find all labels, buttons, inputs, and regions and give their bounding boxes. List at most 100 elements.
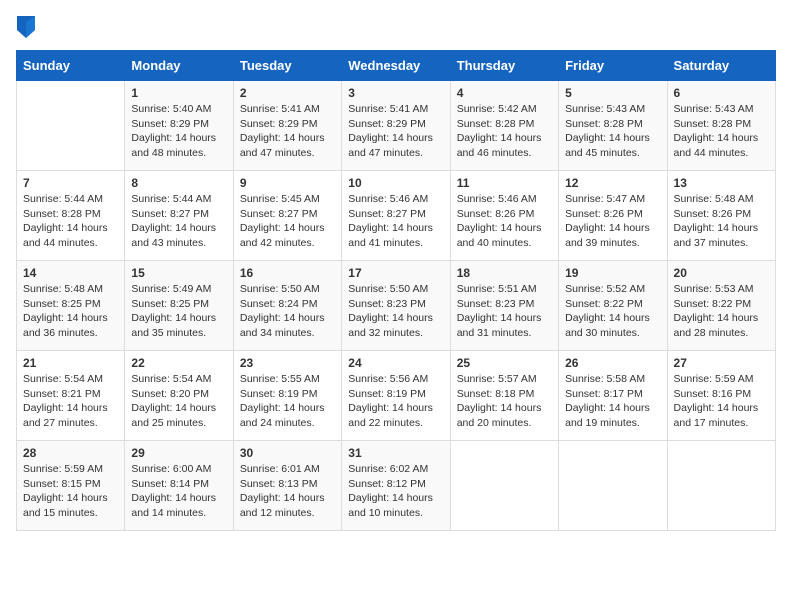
day-number: 22	[131, 356, 226, 370]
calendar-cell: 7 Sunrise: 5:44 AM Sunset: 8:28 PM Daylig…	[17, 171, 125, 261]
week-row-5: 28Sunrise: 5:59 AM Sunset: 8:15 PM Dayli…	[17, 441, 776, 531]
calendar-cell: 8Sunrise: 5:44 AM Sunset: 8:27 PM Daylig…	[125, 171, 233, 261]
calendar-cell: 16 Sunrise: 5:50 AM Sunset: 8:24 PM Dayli…	[233, 261, 341, 351]
calendar-cell: 18 Sunrise: 5:51 AM Sunset: 8:23 PM Dayli…	[450, 261, 558, 351]
day-content: Sunrise: 5:42 AM Sunset: 8:28 PM Dayligh…	[457, 102, 552, 161]
day-content: Sunrise: 5:59 AM Sunset: 8:16 PM Dayligh…	[674, 372, 769, 431]
header-cell-sunday: Sunday	[17, 51, 125, 81]
header-cell-wednesday: Wednesday	[342, 51, 450, 81]
calendar-cell	[667, 441, 775, 531]
day-content: Sunrise: 5:51 AM Sunset: 8:23 PM Dayligh…	[457, 282, 552, 341]
calendar-cell: 19 Sunrise: 5:52 AM Sunset: 8:22 PM Dayli…	[559, 261, 667, 351]
week-row-1: 1Sunrise: 5:40 AM Sunset: 8:29 PM Daylig…	[17, 81, 776, 171]
day-number: 14	[23, 266, 118, 280]
calendar-cell	[559, 441, 667, 531]
calendar-cell: 3Sunrise: 5:41 AM Sunset: 8:29 PM Daylig…	[342, 81, 450, 171]
calendar-cell: 26 Sunrise: 5:58 AM Sunset: 8:17 PM Dayli…	[559, 351, 667, 441]
day-number: 31	[348, 446, 443, 460]
day-content: Sunrise: 5:48 AM Sunset: 8:26 PM Dayligh…	[674, 192, 769, 251]
day-content: Sunrise: 5:43 AM Sunset: 8:28 PM Dayligh…	[565, 102, 660, 161]
day-number: 27	[674, 356, 769, 370]
calendar-header: SundayMondayTuesdayWednesdayThursdayFrid…	[17, 51, 776, 81]
day-content: Sunrise: 5:58 AM Sunset: 8:17 PM Dayligh…	[565, 372, 660, 431]
day-content: Sunrise: 5:46 AM Sunset: 8:27 PM Dayligh…	[348, 192, 443, 251]
day-content: Sunrise: 5:44 AM Sunset: 8:28 PM Dayligh…	[23, 192, 118, 251]
calendar-body: 1Sunrise: 5:40 AM Sunset: 8:29 PM Daylig…	[17, 81, 776, 531]
day-number: 29	[131, 446, 226, 460]
day-number: 19	[565, 266, 660, 280]
day-content: Sunrise: 5:47 AM Sunset: 8:26 PM Dayligh…	[565, 192, 660, 251]
day-content: Sunrise: 5:41 AM Sunset: 8:29 PM Dayligh…	[348, 102, 443, 161]
day-content: Sunrise: 5:52 AM Sunset: 8:22 PM Dayligh…	[565, 282, 660, 341]
week-row-2: 7 Sunrise: 5:44 AM Sunset: 8:28 PM Daylig…	[17, 171, 776, 261]
calendar-cell: 29 Sunrise: 6:00 AM Sunset: 8:14 PM Dayli…	[125, 441, 233, 531]
week-row-3: 14Sunrise: 5:48 AM Sunset: 8:25 PM Dayli…	[17, 261, 776, 351]
calendar-cell: 2 Sunrise: 5:41 AM Sunset: 8:29 PM Daylig…	[233, 81, 341, 171]
day-content: Sunrise: 5:49 AM Sunset: 8:25 PM Dayligh…	[131, 282, 226, 341]
calendar-cell: 22 Sunrise: 5:54 AM Sunset: 8:20 PM Dayli…	[125, 351, 233, 441]
calendar-cell: 1Sunrise: 5:40 AM Sunset: 8:29 PM Daylig…	[125, 81, 233, 171]
calendar-cell: 9 Sunrise: 5:45 AM Sunset: 8:27 PM Daylig…	[233, 171, 341, 261]
calendar-cell: 6 Sunrise: 5:43 AM Sunset: 8:28 PM Daylig…	[667, 81, 775, 171]
header-row: SundayMondayTuesdayWednesdayThursdayFrid…	[17, 51, 776, 81]
calendar-cell: 24 Sunrise: 5:56 AM Sunset: 8:19 PM Dayli…	[342, 351, 450, 441]
calendar-cell: 12 Sunrise: 5:47 AM Sunset: 8:26 PM Dayli…	[559, 171, 667, 261]
day-number: 20	[674, 266, 769, 280]
day-content: Sunrise: 5:54 AM Sunset: 8:20 PM Dayligh…	[131, 372, 226, 431]
page-header	[16, 16, 776, 38]
day-content: Sunrise: 6:01 AM Sunset: 8:13 PM Dayligh…	[240, 462, 335, 521]
calendar-cell: 11 Sunrise: 5:46 AM Sunset: 8:26 PM Dayli…	[450, 171, 558, 261]
day-content: Sunrise: 5:56 AM Sunset: 8:19 PM Dayligh…	[348, 372, 443, 431]
day-content: Sunrise: 6:02 AM Sunset: 8:12 PM Dayligh…	[348, 462, 443, 521]
day-number: 17	[348, 266, 443, 280]
day-number: 21	[23, 356, 118, 370]
day-content: Sunrise: 5:54 AM Sunset: 8:21 PM Dayligh…	[23, 372, 118, 431]
calendar-cell: 17 Sunrise: 5:50 AM Sunset: 8:23 PM Dayli…	[342, 261, 450, 351]
day-number: 24	[348, 356, 443, 370]
header-cell-friday: Friday	[559, 51, 667, 81]
day-number: 11	[457, 176, 552, 190]
calendar-cell	[450, 441, 558, 531]
day-number: 26	[565, 356, 660, 370]
calendar-cell: 4 Sunrise: 5:42 AM Sunset: 8:28 PM Daylig…	[450, 81, 558, 171]
day-number: 23	[240, 356, 335, 370]
calendar-table: SundayMondayTuesdayWednesdayThursdayFrid…	[16, 50, 776, 531]
day-number: 4	[457, 86, 552, 100]
day-number: 15	[131, 266, 226, 280]
day-number: 30	[240, 446, 335, 460]
day-number: 18	[457, 266, 552, 280]
calendar-cell	[17, 81, 125, 171]
day-number: 1	[131, 86, 226, 100]
header-cell-saturday: Saturday	[667, 51, 775, 81]
calendar-cell: 20 Sunrise: 5:53 AM Sunset: 8:22 PM Dayli…	[667, 261, 775, 351]
day-content: Sunrise: 5:53 AM Sunset: 8:22 PM Dayligh…	[674, 282, 769, 341]
day-content: Sunrise: 5:43 AM Sunset: 8:28 PM Dayligh…	[674, 102, 769, 161]
day-content: Sunrise: 5:45 AM Sunset: 8:27 PM Dayligh…	[240, 192, 335, 251]
day-content: Sunrise: 5:44 AM Sunset: 8:27 PM Dayligh…	[131, 192, 226, 251]
calendar-cell: 14Sunrise: 5:48 AM Sunset: 8:25 PM Dayli…	[17, 261, 125, 351]
day-number: 7	[23, 176, 118, 190]
calendar-cell: 27 Sunrise: 5:59 AM Sunset: 8:16 PM Dayli…	[667, 351, 775, 441]
header-cell-monday: Monday	[125, 51, 233, 81]
day-content: Sunrise: 5:50 AM Sunset: 8:23 PM Dayligh…	[348, 282, 443, 341]
calendar-cell: 5Sunrise: 5:43 AM Sunset: 8:28 PM Daylig…	[559, 81, 667, 171]
day-content: Sunrise: 5:46 AM Sunset: 8:26 PM Dayligh…	[457, 192, 552, 251]
day-number: 9	[240, 176, 335, 190]
calendar-cell: 28Sunrise: 5:59 AM Sunset: 8:15 PM Dayli…	[17, 441, 125, 531]
day-content: Sunrise: 5:50 AM Sunset: 8:24 PM Dayligh…	[240, 282, 335, 341]
calendar-cell: 10 Sunrise: 5:46 AM Sunset: 8:27 PM Dayli…	[342, 171, 450, 261]
day-number: 6	[674, 86, 769, 100]
day-number: 12	[565, 176, 660, 190]
calendar-cell: 15 Sunrise: 5:49 AM Sunset: 8:25 PM Dayli…	[125, 261, 233, 351]
logo-icon	[17, 16, 35, 38]
calendar-cell: 31 Sunrise: 6:02 AM Sunset: 8:12 PM Dayli…	[342, 441, 450, 531]
day-content: Sunrise: 5:59 AM Sunset: 8:15 PM Dayligh…	[23, 462, 118, 521]
day-content: Sunrise: 6:00 AM Sunset: 8:14 PM Dayligh…	[131, 462, 226, 521]
day-number: 10	[348, 176, 443, 190]
header-cell-thursday: Thursday	[450, 51, 558, 81]
calendar-cell: 21 Sunrise: 5:54 AM Sunset: 8:21 PM Dayli…	[17, 351, 125, 441]
day-number: 2	[240, 86, 335, 100]
day-number: 25	[457, 356, 552, 370]
day-number: 16	[240, 266, 335, 280]
day-content: Sunrise: 5:41 AM Sunset: 8:29 PM Dayligh…	[240, 102, 335, 161]
